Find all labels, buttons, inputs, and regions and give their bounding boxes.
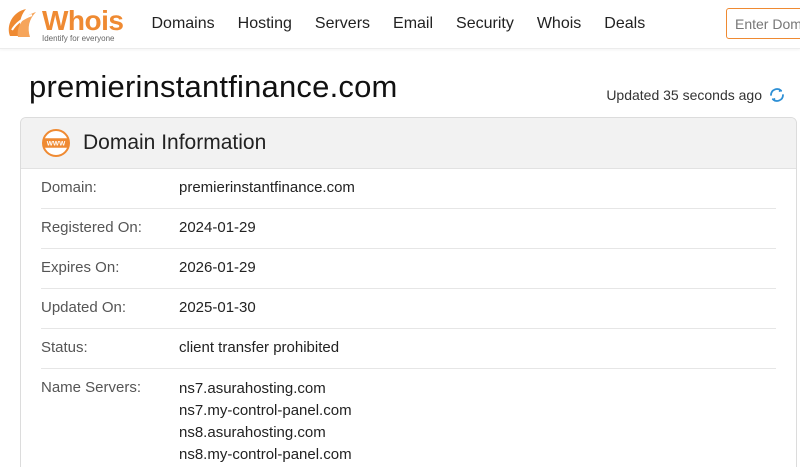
nav-whois[interactable]: Whois: [525, 0, 592, 48]
row-label: Updated On:: [41, 299, 127, 316]
main-nav: Domains Hosting Servers Email Security W…: [140, 0, 657, 48]
logo-tagline: Identify for everyone: [42, 34, 115, 43]
row-domain: Domain: premierinstantfinance.com: [41, 169, 776, 209]
name-server: ns7.asurahosting.com: [179, 380, 326, 397]
top-navigation-bar: Whois Identify for everyone Domains Host…: [0, 0, 800, 49]
row-label: Registered On:: [41, 219, 142, 236]
logo-wordmark: Whois: [42, 5, 124, 36]
www-icon: WWW: [42, 129, 70, 157]
nav-domains[interactable]: Domains: [140, 0, 226, 48]
row-value: 2025-01-30: [179, 299, 256, 316]
whois-logo[interactable]: Whois Identify for everyone: [4, 4, 129, 44]
row-label: Status:: [41, 339, 88, 356]
name-server-list: ns7.asurahosting.com ns7.my-control-pane…: [179, 378, 352, 466]
row-label: Expires On:: [41, 259, 120, 276]
row-expires-on: Expires On: 2026-01-29: [41, 249, 776, 289]
nav-security[interactable]: Security: [445, 0, 526, 48]
nav-hosting[interactable]: Hosting: [226, 0, 303, 48]
row-status: Status: client transfer prohibited: [41, 329, 776, 369]
nav-email[interactable]: Email: [382, 0, 445, 48]
row-updated-on: Updated On: 2025-01-30: [41, 289, 776, 329]
row-label: Domain:: [41, 179, 97, 196]
domain-information-card: WWW Domain Information Domain: premierin…: [20, 117, 797, 467]
row-value: 2026-01-29: [179, 259, 256, 276]
card-title: Domain Information: [83, 131, 267, 154]
whois-logo-icon: [8, 9, 36, 37]
row-name-servers: Name Servers: ns7.asurahosting.com ns7.m…: [41, 369, 776, 467]
name-server: ns7.my-control-panel.com: [179, 402, 352, 419]
refresh-icon[interactable]: [768, 86, 786, 104]
domain-search-input[interactable]: [726, 8, 800, 39]
row-value: premierinstantfinance.com: [179, 179, 355, 196]
domain-info-table: Domain: premierinstantfinance.com Regist…: [21, 169, 796, 467]
name-server: ns8.asurahosting.com: [179, 424, 326, 441]
nav-servers[interactable]: Servers: [303, 0, 381, 48]
updated-status: Updated 35 seconds ago: [606, 86, 786, 104]
card-header: WWW Domain Information: [21, 118, 796, 169]
updated-text: Updated 35 seconds ago: [606, 87, 762, 103]
row-label: Name Servers:: [41, 379, 142, 396]
page-title: premierinstantfinance.com: [29, 69, 398, 104]
row-value: 2024-01-29: [179, 219, 256, 236]
nav-deals[interactable]: Deals: [593, 0, 657, 48]
name-server: ns8.my-control-panel.com: [179, 446, 352, 463]
svg-text:WWW: WWW: [47, 141, 66, 148]
row-value: client transfer prohibited: [179, 339, 340, 356]
row-registered-on: Registered On: 2024-01-29: [41, 209, 776, 249]
